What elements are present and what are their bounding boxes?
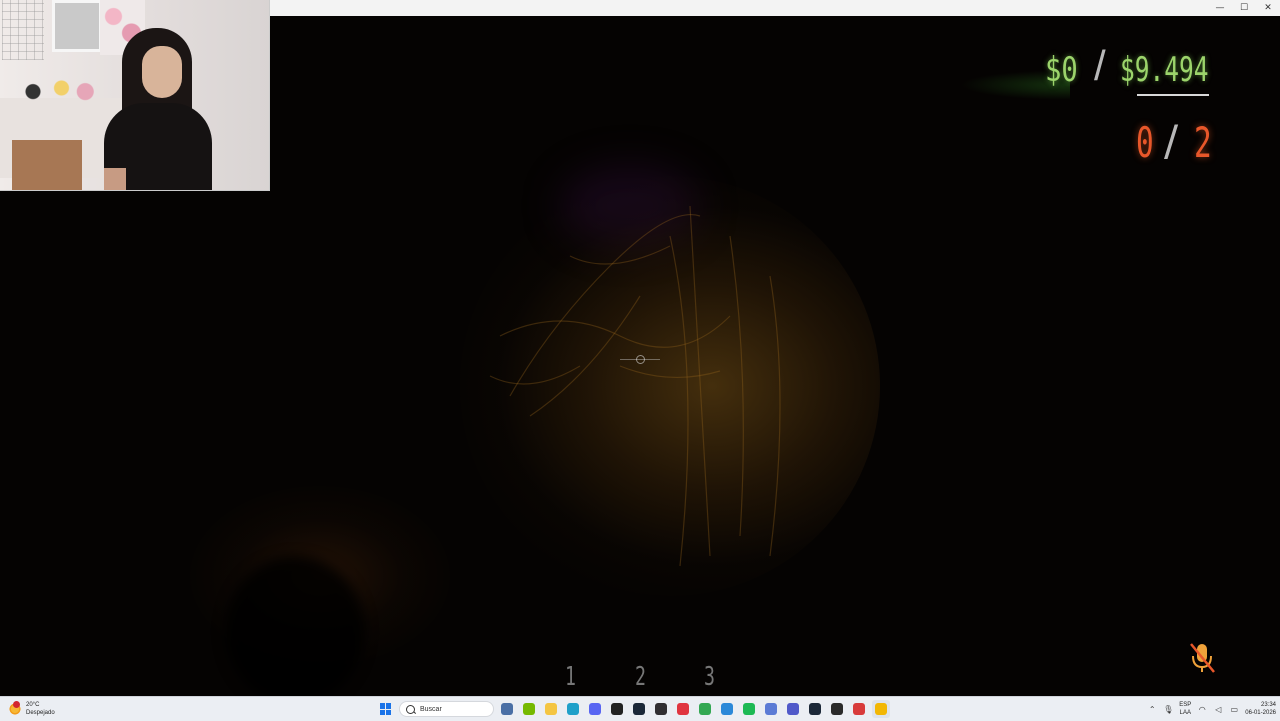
figurines xyxy=(14,70,109,106)
system-tray: ⌃ 🎙 ESP LAA ◠ ◁ ▭ 23:34 06-01-2026 xyxy=(1147,699,1276,719)
hotbar-slot-2[interactable]: 2 xyxy=(635,662,646,692)
spotify-icon xyxy=(743,703,755,715)
window-controls: — ☐ ✕ xyxy=(1208,0,1280,16)
taskbar-app-app-red[interactable] xyxy=(850,700,868,718)
taskbar-app-app-blue[interactable] xyxy=(762,700,780,718)
clock[interactable]: 23:34 06-01-2026 xyxy=(1245,701,1276,717)
taskbar-app-nvidia[interactable] xyxy=(520,700,538,718)
widgets-icon xyxy=(501,703,513,715)
webcam-overlay xyxy=(0,0,270,191)
chrome-icon xyxy=(699,703,711,715)
lang-code: ESP xyxy=(1179,702,1192,708)
streamer xyxy=(104,28,216,190)
taskbar-app-discord[interactable] xyxy=(586,700,604,718)
search-placeholder: Buscar xyxy=(420,705,442,713)
store-icon xyxy=(721,703,733,715)
wifi-icon[interactable]: ◠ xyxy=(1197,704,1207,714)
taskbar-search[interactable]: Buscar xyxy=(399,701,494,717)
discord-icon xyxy=(589,703,601,715)
taskbar-app-file-explorer[interactable] xyxy=(542,700,560,718)
wall-grid xyxy=(2,0,44,60)
taskbar-app-steam-2[interactable] xyxy=(806,700,824,718)
volume-icon[interactable]: ◁ xyxy=(1213,704,1223,714)
taskbar-app-epic[interactable] xyxy=(828,700,846,718)
cabinet xyxy=(12,140,82,190)
objective-found: 0 xyxy=(1136,118,1154,167)
maximize-button[interactable]: ☐ xyxy=(1232,0,1256,16)
game-active-icon xyxy=(875,703,887,715)
taskbar-app-capcut[interactable] xyxy=(608,700,626,718)
file-explorer-icon xyxy=(545,703,557,715)
taskbar-app-widgets[interactable] xyxy=(498,700,516,718)
weather-temp: 20°C xyxy=(26,702,40,708)
hotbar-slot-3[interactable]: 3 xyxy=(704,662,715,692)
weather-sun-icon xyxy=(8,701,22,716)
minimize-button[interactable]: — xyxy=(1208,0,1232,16)
language-indicator[interactable]: ESP LAA xyxy=(1179,701,1191,717)
epic-icon xyxy=(831,703,843,715)
weather-widget[interactable]: 20°C Despejado xyxy=(8,699,55,719)
hotbar-slot-1[interactable]: 1 xyxy=(565,662,576,692)
game-window-titlebar: — ☐ ✕ xyxy=(269,0,1280,17)
background-window xyxy=(52,0,102,52)
chevron-up-icon[interactable]: ⌃ xyxy=(1147,704,1157,714)
money-separator: / xyxy=(1094,42,1106,89)
taskbar-app-chrome[interactable] xyxy=(696,700,714,718)
search-icon xyxy=(406,704,415,714)
taskbar-app-edge[interactable] xyxy=(564,700,582,718)
clock-time: 23:34 xyxy=(1260,702,1276,708)
start-button[interactable] xyxy=(377,700,395,718)
tree-branches xyxy=(489,205,781,567)
taskbar-app-obs[interactable] xyxy=(652,700,670,718)
app-red-icon xyxy=(853,703,865,715)
money-current: $0 xyxy=(1045,50,1078,90)
taskbar: 20°C Despejado Buscar ⌃ 🎙 ESP LAA ◠ ◁ ▭ … xyxy=(0,696,1280,721)
capcut-icon xyxy=(611,703,623,715)
app-blue-icon xyxy=(765,703,777,715)
hotbar: 1 2 3 xyxy=(555,662,735,692)
microphone-icon[interactable]: 🎙 xyxy=(1163,704,1173,714)
weather-desc: Despejado xyxy=(26,710,55,716)
close-button[interactable]: ✕ xyxy=(1256,0,1280,16)
battery-icon[interactable]: ▭ xyxy=(1229,704,1239,714)
steam-icon xyxy=(633,703,645,715)
obs-icon xyxy=(655,703,667,715)
lang-layout: LAA xyxy=(1179,710,1191,716)
steam-2-icon xyxy=(809,703,821,715)
teams-icon xyxy=(787,703,799,715)
windows-logo-icon xyxy=(380,703,392,715)
taskbar-app-steam[interactable] xyxy=(630,700,648,718)
crosshair-icon xyxy=(620,354,660,366)
taskbar-app-opera[interactable] xyxy=(674,700,692,718)
taskbar-app-store[interactable] xyxy=(718,700,736,718)
taskbar-apps: Buscar xyxy=(377,699,890,719)
clock-date: 06-01-2026 xyxy=(1245,710,1276,716)
player-shadow xyxy=(225,556,365,696)
money-counter: $0 / $9.494 xyxy=(1040,36,1220,96)
objective-total: 2 xyxy=(1194,118,1212,167)
nvidia-icon xyxy=(523,703,535,715)
money-total: $9.494 xyxy=(1120,50,1209,90)
objective-counter: 0 / 2 xyxy=(1130,116,1230,174)
taskbar-app-teams[interactable] xyxy=(784,700,802,718)
edge-icon xyxy=(567,703,579,715)
objective-separator: / xyxy=(1164,116,1179,165)
money-underline xyxy=(1137,94,1209,96)
taskbar-app-spotify[interactable] xyxy=(740,700,758,718)
taskbar-app-game-active[interactable] xyxy=(872,700,890,718)
opera-icon xyxy=(677,703,689,715)
muted-microphone-icon xyxy=(1190,643,1215,673)
